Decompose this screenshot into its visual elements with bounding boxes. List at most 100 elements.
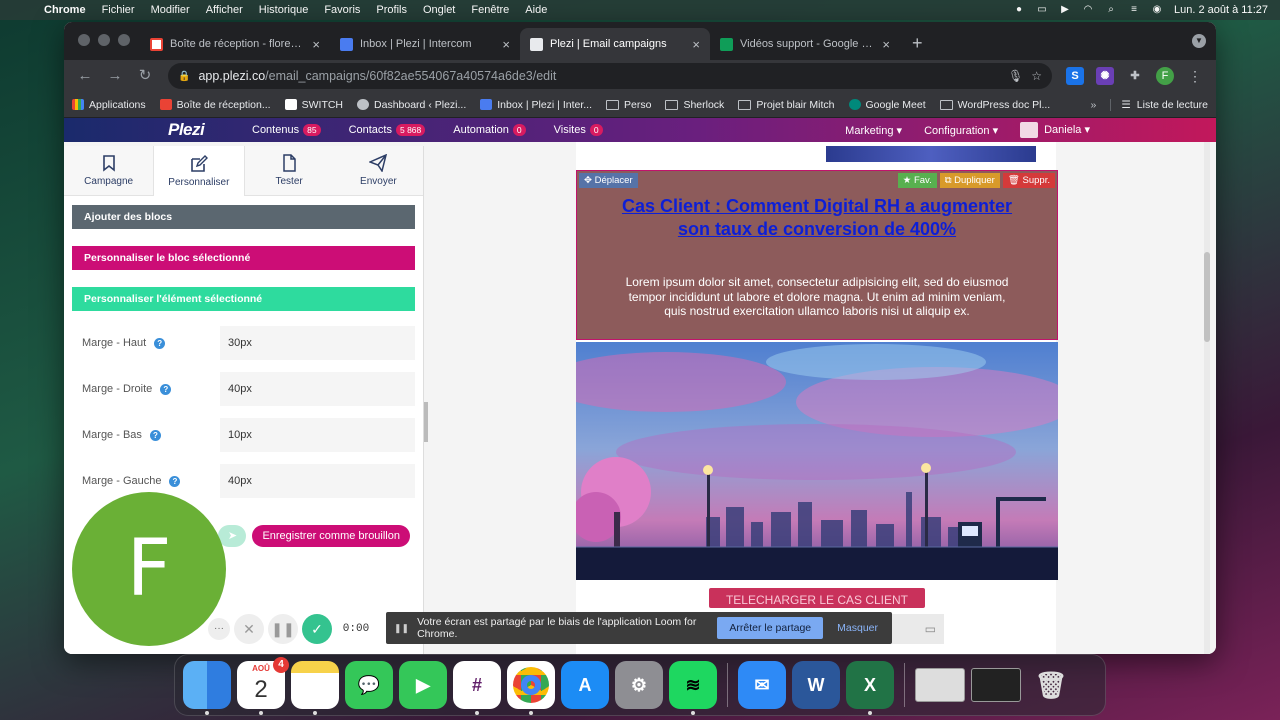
profile-avatar[interactable]: F [1156, 67, 1174, 85]
add-blocks-section[interactable]: Ajouter des blocs [72, 205, 415, 229]
tab-campagne[interactable]: Campagne [64, 146, 154, 195]
chrome-icon[interactable] [507, 661, 555, 715]
trash-icon[interactable]: 🗑 [1027, 661, 1075, 709]
screen-icon[interactable]: ▭ [1036, 5, 1048, 15]
bookmark-sherlock[interactable]: Sherlock [665, 99, 724, 111]
bookmark-google-meet[interactable]: Google Meet [848, 99, 926, 111]
panel-resize-handle[interactable] [424, 402, 428, 442]
search-icon[interactable]: ⌕ [1105, 5, 1117, 15]
messages-icon[interactable]: 💬 [345, 661, 393, 709]
bookmark-applications[interactable]: Applications [72, 99, 146, 111]
url-text[interactable]: app.plezi.co/email_campaigns/60f82ae5540… [198, 69, 1000, 83]
bookmark-switch[interactable]: SWITCH [284, 99, 343, 111]
microphone-icon[interactable]: 🎙 [1008, 69, 1023, 83]
minimized-window-thumbnail[interactable] [915, 668, 965, 702]
tab-google-sheets[interactable]: Vidéos support - Google Sheets × [710, 28, 900, 60]
bookmark-wordpress-doc[interactable]: WordPress doc Pl... [939, 99, 1050, 111]
margin-top-input[interactable] [220, 326, 415, 360]
address-bar[interactable]: 🔒 app.plezi.co/email_campaigns/60f82ae55… [168, 63, 1052, 89]
favorite-block-button[interactable]: ★ Fav. [897, 173, 937, 188]
nav-visites[interactable]: Visites 0 [554, 124, 603, 136]
tab-plezi-email-campaigns[interactable]: Plezi | Email campaigns × [520, 28, 710, 60]
nav-automation[interactable]: Automation 0 [453, 124, 526, 136]
play-icon[interactable]: ▶ [1059, 5, 1071, 15]
lock-icon[interactable]: 🔒 [178, 71, 190, 82]
minimized-window-thumbnail[interactable] [971, 668, 1021, 702]
nav-contenus[interactable]: Contenus 85 [252, 124, 321, 136]
finder-icon[interactable] [183, 661, 231, 715]
help-icon[interactable]: ? [160, 383, 172, 395]
user-menu[interactable]: Daniela ▾ [1020, 122, 1090, 138]
more-options-icon[interactable]: ··· [208, 618, 230, 640]
marketing-dropdown[interactable]: Marketing ▾ [845, 124, 902, 137]
menu-afficher[interactable]: Afficher [198, 4, 251, 16]
siri-icon[interactable]: ◉ [1151, 5, 1163, 15]
word-icon[interactable]: W [792, 661, 840, 709]
monitor-icon[interactable]: ▭ [925, 622, 936, 636]
vertical-scrollbar[interactable] [1204, 142, 1210, 654]
tab-search-icon[interactable]: ▼ [1192, 34, 1206, 48]
close-tab-icon[interactable]: × [882, 37, 890, 52]
pause-recording-icon[interactable]: ❚❚ [268, 614, 298, 644]
reload-icon[interactable]: ↻ [132, 63, 158, 89]
menu-fenetre[interactable]: Fenêtre [463, 4, 517, 16]
more-menu-icon[interactable]: ⋮ [1182, 68, 1208, 85]
download-case-button[interactable]: TELECHARGER LE CAS CLIENT [709, 588, 925, 608]
minimize-window-button[interactable] [98, 34, 110, 46]
bookmark-perso[interactable]: Perso [606, 99, 651, 111]
menu-aide[interactable]: Aide [517, 4, 555, 16]
scrollbar-thumb[interactable] [1204, 252, 1210, 342]
menu-onglet[interactable]: Onglet [415, 4, 463, 16]
move-block-button[interactable]: ✥ Déplacer [579, 173, 638, 188]
margin-right-input[interactable] [220, 372, 415, 406]
tab-gmail[interactable]: Boîte de réception - florent.es... × [140, 28, 330, 60]
bookmark-projet[interactable]: Projet blair Mitch [738, 99, 835, 111]
app-store-icon[interactable]: A [561, 661, 609, 709]
switch-extension-icon[interactable]: S [1066, 67, 1084, 85]
more-bookmarks-icon[interactable]: » [1091, 99, 1097, 111]
facetime-icon[interactable]: ▶ [399, 661, 447, 709]
customize-block-section[interactable]: Personnaliser le bloc sélectionné [72, 246, 415, 270]
email-title-link[interactable]: Cas Client : Comment Digital RH a augmen… [617, 195, 1017, 240]
excel-icon[interactable]: X [846, 661, 894, 715]
help-icon[interactable]: ? [154, 337, 166, 349]
menu-app-name[interactable]: Chrome [36, 4, 94, 16]
customize-element-section[interactable]: Personnaliser l'élément sélectionné [72, 287, 415, 311]
reading-list[interactable]: ☰ Liste de lecture [1110, 98, 1208, 111]
menu-historique[interactable]: Historique [251, 4, 317, 16]
nav-contacts[interactable]: Contacts 5 868 [349, 124, 426, 136]
system-preferences-icon[interactable]: ⚙ [615, 661, 663, 709]
finish-recording-icon[interactable]: ✓ [302, 614, 332, 644]
tab-intercom[interactable]: Inbox | Plezi | Intercom × [330, 28, 520, 60]
bookmark-star-icon[interactable]: ☆ [1031, 69, 1042, 83]
margin-bottom-input[interactable] [220, 418, 415, 452]
forward-icon[interactable]: → [102, 63, 128, 89]
help-icon[interactable]: ? [149, 429, 161, 441]
stop-sharing-button[interactable]: Arrêter le partage [717, 617, 824, 639]
menu-favoris[interactable]: Favoris [316, 4, 368, 16]
loom-camera-bubble[interactable]: F [72, 492, 226, 646]
wifi-icon[interactable]: ◠ [1082, 5, 1094, 15]
tab-personnaliser[interactable]: Personnaliser [153, 146, 245, 196]
calendar-icon[interactable]: AOÛ 2 4 [237, 657, 289, 715]
extension-icon[interactable]: ✺ [1096, 67, 1114, 85]
close-tab-icon[interactable]: × [312, 37, 320, 52]
extensions-puzzle-icon[interactable]: ✚ [1126, 67, 1144, 85]
zoom-window-button[interactable] [118, 34, 130, 46]
slack-icon[interactable]: # [453, 661, 501, 715]
close-window-button[interactable] [78, 34, 90, 46]
header-image[interactable] [826, 146, 1036, 162]
hide-share-bar-button[interactable]: Masquer [831, 622, 884, 634]
control-center-icon[interactable]: ≡ [1128, 5, 1140, 15]
back-icon[interactable]: ← [72, 63, 98, 89]
mail-icon[interactable]: ✉ [738, 661, 786, 709]
help-icon[interactable]: ? [169, 475, 181, 487]
spotify-icon[interactable]: ≋ [669, 661, 717, 715]
plezi-logo[interactable]: Plezi [168, 120, 238, 140]
menu-modifier[interactable]: Modifier [143, 4, 198, 16]
duplicate-block-button[interactable]: ⧉ Dupliquer [939, 173, 1000, 188]
bookmark-inbox[interactable]: Inbox | Plezi | Inter... [480, 99, 592, 111]
bookmark-dashboard[interactable]: Dashboard ‹ Plezi... [357, 99, 466, 111]
menubar-datetime[interactable]: Lun. 2 août à 11:27 [1174, 4, 1268, 16]
delete-block-button[interactable]: 🗑 Suppr. [1002, 173, 1055, 188]
